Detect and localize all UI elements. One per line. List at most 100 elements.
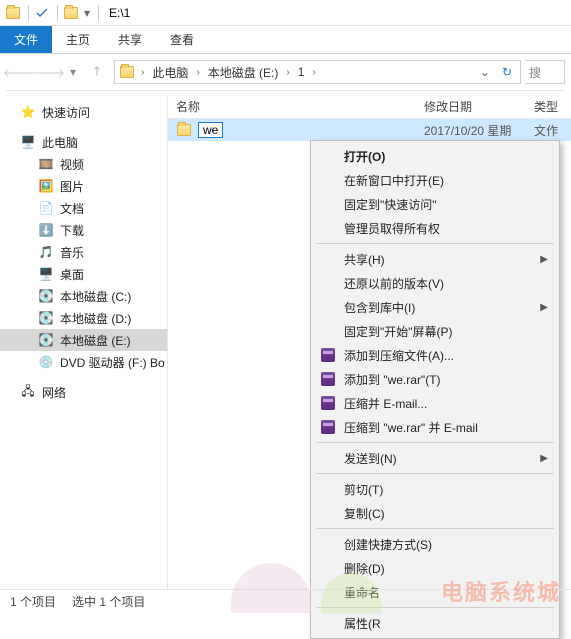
sidebar-item-drive-e[interactable]: 💽 本地磁盘 (E:) bbox=[0, 329, 167, 351]
ctx-compress-email[interactable]: 压缩并 E-mail... bbox=[314, 391, 556, 415]
status-bar: 1 个项目 选中 1 个项目 bbox=[0, 589, 571, 613]
file-type: 文作 bbox=[526, 122, 566, 139]
tab-share[interactable]: 共享 bbox=[104, 26, 156, 53]
sidebar-item-label: 本地磁盘 (C:) bbox=[60, 288, 131, 305]
sidebar-network[interactable]: 🖧 网络 bbox=[0, 381, 167, 403]
drive-icon: 💽 bbox=[38, 332, 54, 348]
ctx-add-to-rar[interactable]: 添加到 "we.rar"(T) bbox=[314, 367, 556, 391]
sidebar-item-label: 本地磁盘 (D:) bbox=[60, 310, 131, 327]
breadcrumb[interactable]: 此电脑 bbox=[150, 64, 190, 81]
ctx-compress-to-rar-email[interactable]: 压缩到 "we.rar" 并 E-mail bbox=[314, 415, 556, 439]
chevron-right-icon: ▶ bbox=[540, 302, 548, 313]
sidebar-quick-access[interactable]: ⭐ 快速访问 bbox=[0, 101, 167, 123]
column-headers: 名称 修改日期 类型 bbox=[168, 95, 571, 119]
drive-icon: 💽 bbox=[38, 288, 54, 304]
separator bbox=[57, 5, 58, 21]
context-menu: 打开(O) 在新窗口中打开(E) 固定到"快速访问" 管理员取得所有权 共享(H… bbox=[310, 140, 560, 639]
forward-button[interactable]: 🡒 bbox=[36, 59, 62, 85]
ctx-pin-start[interactable]: 固定到"开始"屏幕(P) bbox=[314, 319, 556, 343]
rename-input[interactable]: we bbox=[198, 122, 223, 138]
recent-dropdown-icon[interactable]: ▾ bbox=[66, 59, 80, 85]
nav-toolbar: 🡐 🡒 ▾ 🡑 › 此电脑 › 本地磁盘 (E:) › 1 › ⌄ ↻ 搜 bbox=[0, 54, 571, 90]
sidebar-item-music[interactable]: 🎵 音乐 bbox=[0, 241, 167, 263]
separator bbox=[28, 5, 29, 21]
folder-icon bbox=[4, 4, 22, 22]
ctx-open-new-window[interactable]: 在新窗口中打开(E) bbox=[314, 168, 556, 192]
chevron-right-icon[interactable]: › bbox=[284, 67, 291, 78]
ctx-share[interactable]: 共享(H) ▶ bbox=[314, 247, 556, 271]
chevron-right-icon[interactable]: › bbox=[310, 67, 317, 78]
refresh-icon[interactable]: ↻ bbox=[498, 65, 516, 79]
sidebar-item-label: 文档 bbox=[60, 200, 84, 217]
ctx-label: 发送到(N) bbox=[344, 450, 397, 467]
address-dropdown-icon[interactable]: ⌄ bbox=[476, 65, 494, 79]
sidebar-item-label: 此电脑 bbox=[42, 134, 78, 151]
folder-icon bbox=[176, 122, 192, 138]
ctx-label: 共享(H) bbox=[344, 251, 385, 268]
search-input[interactable]: 搜 bbox=[525, 60, 565, 84]
sidebar-item-drive-d[interactable]: 💽 本地磁盘 (D:) bbox=[0, 307, 167, 329]
chevron-right-icon: ▶ bbox=[540, 453, 548, 464]
ctx-create-shortcut[interactable]: 创建快捷方式(S) bbox=[314, 532, 556, 556]
back-button[interactable]: 🡐 bbox=[6, 59, 32, 85]
star-icon: ⭐ bbox=[20, 104, 36, 120]
video-icon: 🎞️ bbox=[38, 156, 54, 172]
ctx-cut[interactable]: 剪切(T) bbox=[314, 477, 556, 501]
desktop-icon: 🖥️ bbox=[38, 266, 54, 282]
ctx-open[interactable]: 打开(O) bbox=[314, 144, 556, 168]
sidebar-item-dvd-f[interactable]: 💿 DVD 驱动器 (F:) Bo bbox=[0, 351, 167, 373]
network-icon: 🖧 bbox=[20, 384, 36, 400]
ctx-add-archive[interactable]: 添加到压缩文件(A)... bbox=[314, 343, 556, 367]
chevron-right-icon[interactable]: › bbox=[194, 67, 201, 78]
ctx-include-library[interactable]: 包含到库中(I) ▶ bbox=[314, 295, 556, 319]
ctx-send-to[interactable]: 发送到(N) ▶ bbox=[314, 446, 556, 470]
sidebar-item-downloads[interactable]: ⬇️ 下载 bbox=[0, 219, 167, 241]
sidebar-item-label: DVD 驱动器 (F:) Bo bbox=[60, 354, 165, 371]
ctx-label: 包含到库中(I) bbox=[344, 299, 415, 316]
column-type[interactable]: 类型 bbox=[526, 98, 571, 115]
sidebar-item-drive-c[interactable]: 💽 本地磁盘 (C:) bbox=[0, 285, 167, 307]
sidebar-item-label: 视频 bbox=[60, 156, 84, 173]
file-row[interactable]: we 2017/10/20 星期 文作 bbox=[168, 119, 571, 141]
separator bbox=[316, 528, 554, 529]
chevron-right-icon[interactable]: › bbox=[139, 67, 146, 78]
column-modified[interactable]: 修改日期 bbox=[416, 98, 526, 115]
ctx-pin-quick-access[interactable]: 固定到"快速访问" bbox=[314, 192, 556, 216]
window-title: E:\1 bbox=[109, 6, 130, 20]
status-item-count: 1 个项目 bbox=[10, 593, 56, 610]
checkmark-icon[interactable] bbox=[33, 4, 51, 22]
breadcrumb[interactable]: 本地磁盘 (E:) bbox=[206, 64, 281, 81]
tab-home[interactable]: 主页 bbox=[52, 26, 104, 53]
sidebar-item-videos[interactable]: 🎞️ 视频 bbox=[0, 153, 167, 175]
ctx-delete[interactable]: 删除(D) bbox=[314, 556, 556, 580]
navigation-pane: ⭐ 快速访问 🖥️ 此电脑 🎞️ 视频 🖼️ 图片 📄 文档 ⬇️ 下载 🎵 音… bbox=[0, 95, 168, 590]
ctx-restore-previous[interactable]: 还原以前的版本(V) bbox=[314, 271, 556, 295]
qat-dropdown-icon[interactable]: ▾ bbox=[82, 4, 92, 22]
chevron-right-icon: ▶ bbox=[540, 254, 548, 265]
tab-view[interactable]: 查看 bbox=[156, 26, 208, 53]
address-bar[interactable]: › 此电脑 › 本地磁盘 (E:) › 1 › ⌄ ↻ bbox=[114, 60, 521, 84]
column-name[interactable]: 名称 bbox=[168, 98, 416, 115]
ctx-admin-take-ownership[interactable]: 管理员取得所有权 bbox=[314, 216, 556, 240]
ctx-label: 添加到压缩文件(A)... bbox=[344, 347, 454, 364]
pc-icon: 🖥️ bbox=[20, 134, 36, 150]
sidebar-item-pictures[interactable]: 🖼️ 图片 bbox=[0, 175, 167, 197]
folder-icon bbox=[62, 4, 80, 22]
sidebar-item-desktop[interactable]: 🖥️ 桌面 bbox=[0, 263, 167, 285]
documents-icon: 📄 bbox=[38, 200, 54, 216]
ctx-label: 压缩到 "we.rar" 并 E-mail bbox=[344, 419, 478, 436]
sidebar-this-pc[interactable]: 🖥️ 此电脑 bbox=[0, 131, 167, 153]
download-icon: ⬇️ bbox=[38, 222, 54, 238]
rar-icon bbox=[320, 347, 336, 363]
up-button[interactable]: 🡑 bbox=[84, 59, 110, 85]
sidebar-item-documents[interactable]: 📄 文档 bbox=[0, 197, 167, 219]
rar-icon bbox=[320, 395, 336, 411]
breadcrumb[interactable]: 1 bbox=[296, 65, 307, 79]
disc-icon: 💿 bbox=[38, 354, 54, 370]
ctx-copy[interactable]: 复制(C) bbox=[314, 501, 556, 525]
file-modified: 2017/10/20 星期 bbox=[416, 122, 526, 139]
ctx-label: 添加到 "we.rar"(T) bbox=[344, 371, 441, 388]
ctx-properties[interactable]: 属性(R bbox=[314, 611, 556, 635]
sidebar-item-label: 网络 bbox=[42, 384, 66, 401]
file-tab[interactable]: 文件 bbox=[0, 26, 52, 53]
